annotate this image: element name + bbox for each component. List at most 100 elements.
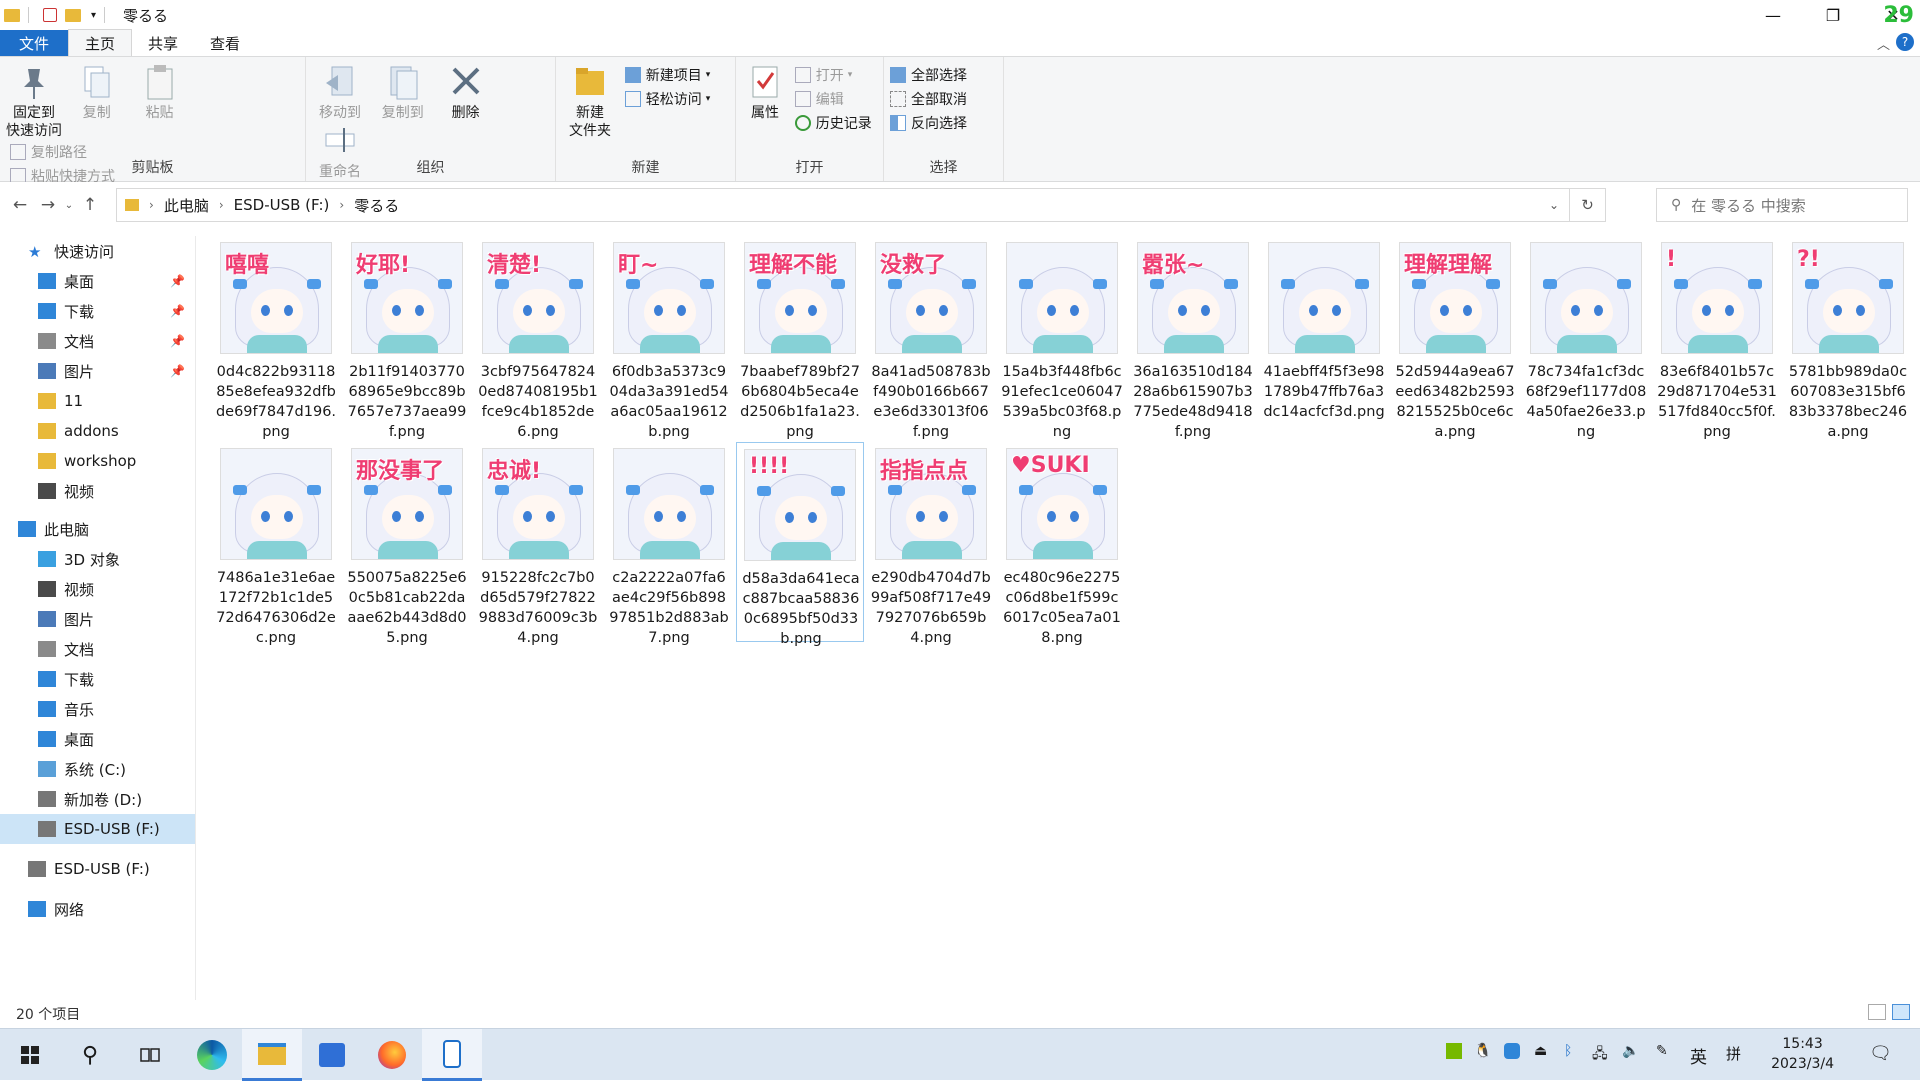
help-icon[interactable]: ? (1896, 33, 1914, 51)
volume-icon[interactable]: 🔈 (1622, 1043, 1639, 1059)
tab-share[interactable]: 共享 (132, 30, 194, 56)
file-item[interactable]: 15a4b3f448fb6c91efec1ce06047539a5bc03f68… (998, 236, 1126, 440)
file-item[interactable]: !!!! d58a3da641ecac887bcaa588360c6895bf50… (736, 442, 864, 647)
start-button[interactable] (0, 1029, 60, 1081)
file-item[interactable]: 41aebff4f5f3e981789b47ffb76a3dc14acfcf3d… (1260, 236, 1388, 436)
copy-to-button[interactable]: 复制到 (375, 63, 431, 122)
delete-button[interactable]: 删除 (438, 63, 494, 122)
properties-quick-icon[interactable] (43, 8, 57, 22)
breadcrumb-this-pc[interactable]: 此电脑 (164, 195, 209, 216)
new-item-button[interactable]: 新建项目 ▾ (624, 63, 710, 87)
edge-browser-icon[interactable] (182, 1029, 242, 1081)
file-item[interactable]: 指指点点 e290db4704d7b99af508f717e497927076b6… (867, 442, 995, 646)
nvidia-icon[interactable] (1446, 1043, 1462, 1059)
file-item[interactable]: 那没事了 550075a8225e60c5b81cab22daaae62b443d… (343, 442, 471, 646)
sidebar-item[interactable]: 视频 (0, 574, 195, 604)
sidebar-item[interactable]: 图片 (0, 604, 195, 634)
edit-button[interactable]: 编辑 (794, 87, 872, 111)
sidebar-item[interactable]: ★ 快速访问 (0, 236, 195, 266)
address-dropdown-icon[interactable]: ⌄ (1549, 198, 1559, 212)
file-item[interactable]: 理解不能 7baabef789bf276b6804b5eca4ed2506b1fa… (736, 236, 864, 440)
search-icon[interactable]: ⚲ (60, 1029, 120, 1081)
select-all-button[interactable]: 全部选择 (890, 63, 997, 87)
maximize-button[interactable]: ❐ (1810, 0, 1856, 30)
task-view-icon[interactable] (120, 1029, 180, 1081)
file-explorer-icon[interactable] (242, 1029, 302, 1081)
file-item[interactable]: 好耶! 2b11f9140377068965e9bcc89b7657e737aea… (343, 236, 471, 440)
breadcrumb-drive[interactable]: ESD-USB (F:) (234, 196, 330, 214)
pen-icon[interactable]: ✎ (1656, 1043, 1668, 1059)
up-arrow-icon[interactable]: ↑ (76, 195, 104, 215)
sidebar-item[interactable]: 11 (0, 386, 195, 416)
sidebar-item[interactable]: 此电脑 (0, 514, 195, 544)
new-folder-quick-icon[interactable] (65, 8, 81, 22)
search-box[interactable]: ⚲ 在 零るる 中搜索 (1656, 188, 1908, 222)
recent-locations-chevron-icon[interactable]: ⌄ (62, 200, 76, 211)
file-item[interactable]: 嚣张~ 36a163510d18428a6b615907b3775ede48d94… (1129, 236, 1257, 440)
sidebar-item[interactable]: 文档 📌 (0, 326, 195, 356)
forward-arrow-icon[interactable]: → (34, 195, 62, 215)
file-item[interactable]: ♥SUKI ec480c96e2275c06d8be1f599c6017c05ea… (998, 442, 1126, 646)
network-icon[interactable]: 🖧 (1592, 1043, 1608, 1067)
sidebar-item[interactable]: 文档 (0, 634, 195, 664)
tab-home[interactable]: 主页 (68, 29, 133, 56)
file-item[interactable]: ?! 5781bb989da0c607083e315bf683b3378bec24… (1784, 236, 1912, 440)
history-button[interactable]: 历史记录 (794, 111, 872, 135)
sidebar-item[interactable]: 系统 (C:) (0, 754, 195, 784)
ribbon-collapse-icon[interactable]: ︿ (1877, 34, 1890, 53)
sidebar-item[interactable]: 新加卷 (D:) (0, 784, 195, 814)
tab-file[interactable]: 文件 (0, 30, 68, 56)
sidebar-item[interactable]: 桌面 (0, 724, 195, 754)
pin-quick-access-button[interactable]: 固定到 快速访问 (6, 63, 62, 140)
sidebar-item[interactable]: 图片 📌 (0, 356, 195, 386)
sidebar-item[interactable]: ESD-USB (F:) (0, 814, 195, 844)
back-arrow-icon[interactable]: ← (6, 195, 34, 215)
sidebar-item[interactable]: 下载 (0, 664, 195, 694)
properties-button[interactable]: 属性 (742, 63, 788, 122)
sidebar-item[interactable]: ESD-USB (F:) (0, 854, 195, 884)
sidebar-item[interactable]: 音乐 (0, 694, 195, 724)
file-item[interactable]: c2a2222a07fa6ae4c29f56b89897851b2d883ab7… (605, 442, 733, 646)
bluetooth-icon[interactable]: ᛒ (1564, 1043, 1572, 1059)
kugou-icon[interactable] (1504, 1043, 1520, 1059)
ime-mode[interactable]: 拼 (1726, 1043, 1741, 1064)
usb-eject-icon[interactable]: ⏏ (1534, 1043, 1547, 1059)
file-item[interactable]: 清楚! 3cbf9756478240ed87408195b1fce9c4b1852… (474, 236, 602, 440)
phone-link-icon[interactable] (422, 1029, 482, 1081)
file-item[interactable]: 盯~ 6f0db3a5373c904da3a391ed54a6ac05aa1961… (605, 236, 733, 440)
invert-selection-button[interactable]: 反向选择 (890, 111, 997, 135)
tab-view[interactable]: 查看 (194, 30, 256, 56)
microsoft-store-icon[interactable] (302, 1029, 362, 1081)
sidebar-item[interactable]: 下载 📌 (0, 296, 195, 326)
file-item[interactable]: 理解理解 52d5944a9ea67eed63482b25938215525b0c… (1391, 236, 1519, 440)
open-button[interactable]: 打开 ▾ (794, 63, 872, 87)
copy-button[interactable]: 复制 (69, 63, 125, 122)
large-icons-view-icon[interactable] (1892, 1004, 1910, 1020)
sidebar-item[interactable]: 3D 对象 (0, 544, 195, 574)
minimize-button[interactable]: — (1750, 0, 1796, 30)
sidebar-item[interactable]: workshop (0, 446, 195, 476)
file-item[interactable]: 78c734fa1cf3dc68f29ef1177d084a50fae26e33… (1522, 236, 1650, 440)
address-bar[interactable]: › 此电脑 › ESD-USB (F:) › 零るる ⌄ ↻ (116, 188, 1606, 222)
details-view-icon[interactable] (1868, 1004, 1886, 1020)
file-item[interactable]: 没救了 8a41ad508783bf490b0166b667e3e6d33013f… (867, 236, 995, 440)
paste-button[interactable]: 粘贴 (132, 63, 188, 122)
select-none-button[interactable]: 全部取消 (890, 87, 997, 111)
sidebar-item[interactable]: 网络 (0, 894, 195, 924)
refresh-icon[interactable]: ↻ (1569, 189, 1605, 221)
qq-icon[interactable]: 🐧 (1474, 1043, 1491, 1059)
move-to-button[interactable]: 移动到 (312, 63, 368, 122)
clock[interactable]: 15:43 2023/3/4 (1771, 1034, 1834, 1074)
breadcrumb-current[interactable]: 零るる (354, 195, 399, 216)
notification-icon[interactable]: 🗨 (1869, 1043, 1892, 1064)
customize-quick-access-icon[interactable]: ▾ (91, 10, 96, 21)
sidebar-item[interactable]: addons (0, 416, 195, 446)
file-item[interactable]: ! 83e6f8401b57c29d871704e531517fd840cc5f0… (1653, 236, 1781, 440)
ime-language[interactable]: 英 (1690, 1043, 1707, 1068)
easy-access-button[interactable]: 轻松访问 ▾ (624, 87, 710, 111)
sidebar-item[interactable]: 桌面 📌 (0, 266, 195, 296)
file-item[interactable]: 嘻嘻 0d4c822b9311885e8efea932dfbde69f7847d1… (212, 236, 340, 440)
new-folder-button[interactable]: 新建 文件夹 (562, 63, 618, 140)
firefox-icon[interactable] (362, 1029, 422, 1081)
file-item[interactable]: 忠诚! 915228fc2c7b0d65d579f278229883d76009c… (474, 442, 602, 646)
